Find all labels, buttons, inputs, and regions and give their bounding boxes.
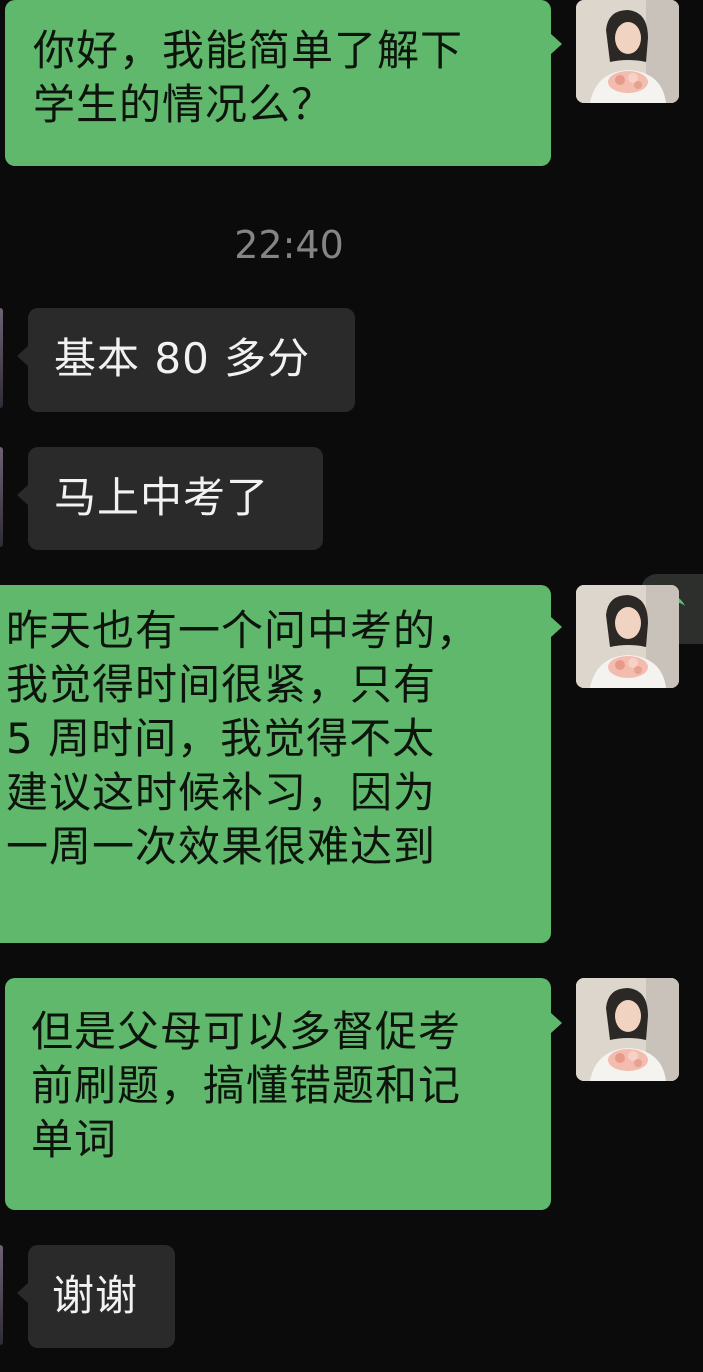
woman-holding-flowers-avatar-icon [576, 978, 679, 1081]
outgoing-message-bubble[interactable]: 但是父母可以多督促考 前刷题，搞懂错题和记 单词 [5, 978, 551, 1210]
sender-avatar[interactable] [576, 978, 679, 1081]
bubble-tail [17, 346, 28, 366]
bubble-tail [551, 617, 562, 637]
outgoing-message-bubble[interactable]: 昨天也有一个问中考的， 我觉得时间很紧，只有 5 周时间，我觉得不太 建议这时候… [0, 585, 551, 943]
message-timestamp: 22:40 [234, 223, 344, 267]
contact-avatar-edge[interactable] [0, 308, 3, 408]
bubble-tail [551, 1013, 562, 1033]
incoming-message-bubble[interactable]: 基本 80 多分 [28, 308, 355, 412]
woman-holding-flowers-avatar-icon [576, 0, 679, 103]
sender-avatar[interactable] [576, 0, 679, 103]
bubble-tail [551, 34, 562, 54]
incoming-message-bubble[interactable]: 谢谢 [28, 1245, 175, 1348]
outgoing-message-bubble[interactable]: 你好，我能简单了解下 学生的情况么？ [5, 0, 551, 166]
sender-avatar[interactable] [576, 585, 679, 688]
bubble-tail [17, 485, 28, 505]
contact-avatar-edge[interactable] [0, 1245, 3, 1345]
contact-avatar-edge[interactable] [0, 447, 3, 547]
bubble-tail [17, 1283, 28, 1303]
woman-holding-flowers-avatar-icon [576, 585, 679, 688]
incoming-message-bubble[interactable]: 马上中考了 [28, 447, 323, 550]
